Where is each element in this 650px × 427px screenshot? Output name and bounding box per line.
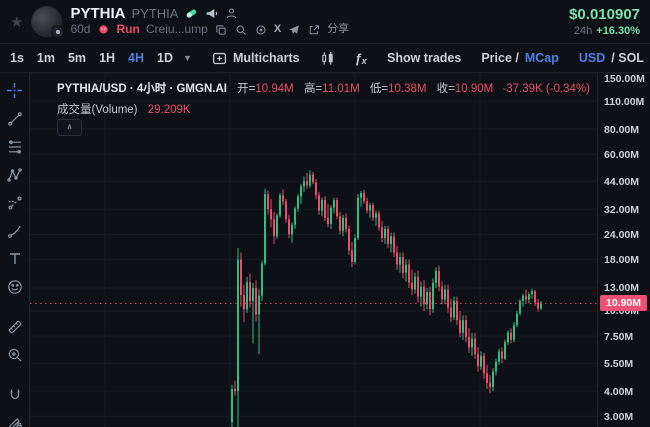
candle-style-icon[interactable] bbox=[320, 51, 335, 66]
multicharts-button[interactable]: Multicharts bbox=[212, 51, 300, 66]
price-mcap-toggle[interactable]: Price / MCap bbox=[481, 51, 559, 65]
change-period-label: 24h bbox=[573, 25, 593, 37]
low-value: 10.38M bbox=[388, 83, 427, 95]
volume-row-value: 29.209K bbox=[147, 104, 191, 116]
sol-label: / SOL bbox=[611, 51, 644, 65]
close-label: 收= bbox=[436, 83, 455, 95]
trendline-icon[interactable] bbox=[6, 111, 23, 127]
y-axis-tick: 80.00M bbox=[604, 123, 640, 136]
multicharts-label: Multicharts bbox=[232, 51, 300, 65]
y-axis-tick: 5.50M bbox=[604, 357, 634, 370]
price-label: Price / bbox=[481, 51, 519, 65]
y-axis-tick: 24.00M bbox=[604, 228, 640, 241]
search-icon[interactable] bbox=[234, 23, 248, 37]
drawing-tool-rail bbox=[0, 73, 30, 427]
forecast-measure-icon[interactable] bbox=[6, 195, 23, 211]
show-trades-button[interactable]: Show trades bbox=[387, 51, 461, 65]
y-axis-tick: 60.00M bbox=[604, 148, 640, 161]
usd-label: USD bbox=[578, 51, 606, 65]
emoji-icon[interactable] bbox=[6, 279, 23, 295]
price-axis[interactable]: 10.90M 150.00M 110.00M 80.00M 60.00M 44.00M 3… bbox=[597, 73, 650, 427]
multicharts-icon bbox=[212, 51, 227, 66]
token-header: ★ PYTHIA PYTHIA 60d Run Creiu...ump X 分享… bbox=[0, 0, 650, 44]
volume-row-label: 成交量(Volume) bbox=[57, 104, 138, 116]
ruler-icon[interactable] bbox=[6, 319, 23, 335]
timeframe-1h[interactable]: 1H bbox=[99, 51, 115, 65]
header-price-block: $0.010907 24h +16.30% bbox=[569, 6, 640, 37]
timeframe-1m[interactable]: 1m bbox=[37, 51, 55, 65]
high-label: 高= bbox=[303, 83, 323, 95]
scan-ring-icon[interactable] bbox=[254, 23, 268, 37]
dev-badge-icon[interactable] bbox=[224, 7, 238, 21]
external-link-icon[interactable] bbox=[307, 23, 321, 37]
chart-title: PYTHIA/USD · 4小时 · GMGN.AI bbox=[57, 83, 227, 95]
y-axis-tick: 32.00M bbox=[604, 203, 640, 216]
brush-icon[interactable] bbox=[6, 223, 23, 239]
usd-sol-toggle[interactable]: USD / SOL bbox=[579, 51, 644, 65]
close-value: 10.90M bbox=[454, 83, 494, 95]
token-age: 60d bbox=[70, 22, 91, 36]
share-link[interactable]: 分享 bbox=[327, 22, 349, 37]
current-price-usd: $0.010907 bbox=[569, 6, 640, 23]
current-price-badge: 10.90M bbox=[600, 295, 647, 311]
zoom-in-icon[interactable] bbox=[6, 347, 23, 363]
drawing-lock-icon[interactable] bbox=[6, 415, 23, 427]
y-axis-tick: 3.00M bbox=[604, 410, 634, 423]
crosshair-icon[interactable] bbox=[6, 82, 23, 99]
collapse-pane-button[interactable]: ∧ bbox=[57, 119, 82, 136]
open-label: 开= bbox=[237, 83, 256, 95]
token-title-block: PYTHIA PYTHIA 60d Run Creiu...ump X 分享 bbox=[70, 6, 349, 37]
token-symbol: PYTHIA bbox=[131, 6, 179, 21]
timeframe-dropdown-caret-icon[interactable]: ▼ bbox=[183, 53, 192, 63]
fib-retracement-icon[interactable] bbox=[6, 139, 23, 155]
indicators-fx-button[interactable]: ƒₓ bbox=[355, 51, 367, 66]
run-status: Run bbox=[116, 22, 140, 36]
y-axis-tick: 110.00M bbox=[604, 95, 645, 108]
timeframe-5m[interactable]: 5m bbox=[68, 51, 86, 65]
magnet-icon[interactable] bbox=[6, 387, 23, 403]
copy-icon[interactable] bbox=[214, 23, 228, 37]
y-axis-tick: 44.00M bbox=[604, 175, 640, 188]
contract-address[interactable]: Creiu...ump bbox=[146, 22, 208, 37]
low-label: 低= bbox=[369, 83, 389, 95]
ohlc-legend: PYTHIA/USD · 4小时 · GMGN.AI 开=10.94M 高=11… bbox=[57, 80, 597, 96]
timeframe-4h[interactable]: 4H bbox=[128, 51, 144, 65]
chart-toolbar: 1s 1m 5m 1H 4H 1D ▼ Multicharts ƒₓ Show trade… bbox=[0, 44, 650, 73]
token-avatar[interactable] bbox=[31, 6, 65, 38]
y-axis-tick: 13.00M bbox=[604, 282, 640, 295]
timeframe-group: 1s 1m 5m 1H 4H 1D bbox=[10, 51, 173, 65]
timeframe-1s[interactable]: 1s bbox=[10, 51, 24, 65]
pill-icon[interactable] bbox=[184, 7, 198, 21]
xabcd-pattern-icon[interactable] bbox=[6, 167, 23, 183]
high-value: 11.01M bbox=[322, 83, 360, 95]
trading-app: ★ PYTHIA PYTHIA 60d Run Creiu...ump X 分享… bbox=[0, 0, 650, 427]
camera-badge-icon bbox=[51, 25, 65, 38]
text-tool-icon[interactable] bbox=[6, 251, 23, 267]
y-axis-tick: 7.50M bbox=[604, 330, 634, 343]
y-axis-tick: 150.00M bbox=[604, 73, 645, 85]
candlestick-chart[interactable]: PYTHIA/USD · 4小时 · GMGN.AI 开=10.94M 高=11… bbox=[30, 73, 597, 427]
twitter-x-icon[interactable]: X bbox=[274, 22, 281, 37]
change-value: -37.39K (-0.34%) bbox=[502, 83, 591, 95]
y-axis-tick: 18.00M bbox=[604, 254, 640, 267]
token-name: PYTHIA bbox=[70, 5, 126, 22]
chart-canvas[interactable] bbox=[30, 73, 597, 427]
telegram-icon[interactable] bbox=[287, 23, 301, 37]
open-value: 10.94M bbox=[255, 83, 294, 95]
y-axis-tick: 4.00M bbox=[604, 385, 634, 398]
mcap-label: MCap bbox=[524, 51, 559, 65]
run-pump-icon bbox=[96, 23, 110, 37]
chart-main: PYTHIA/USD · 4小时 · GMGN.AI 开=10.94M 高=11… bbox=[0, 73, 650, 427]
volume-legend: 成交量(Volume) 29.209K bbox=[57, 101, 191, 117]
favorite-star-icon[interactable]: ★ bbox=[10, 13, 23, 31]
timeframe-1d[interactable]: 1D bbox=[157, 51, 173, 65]
change-24h-value: +16.30% bbox=[596, 25, 640, 37]
megaphone-icon[interactable] bbox=[204, 7, 218, 21]
